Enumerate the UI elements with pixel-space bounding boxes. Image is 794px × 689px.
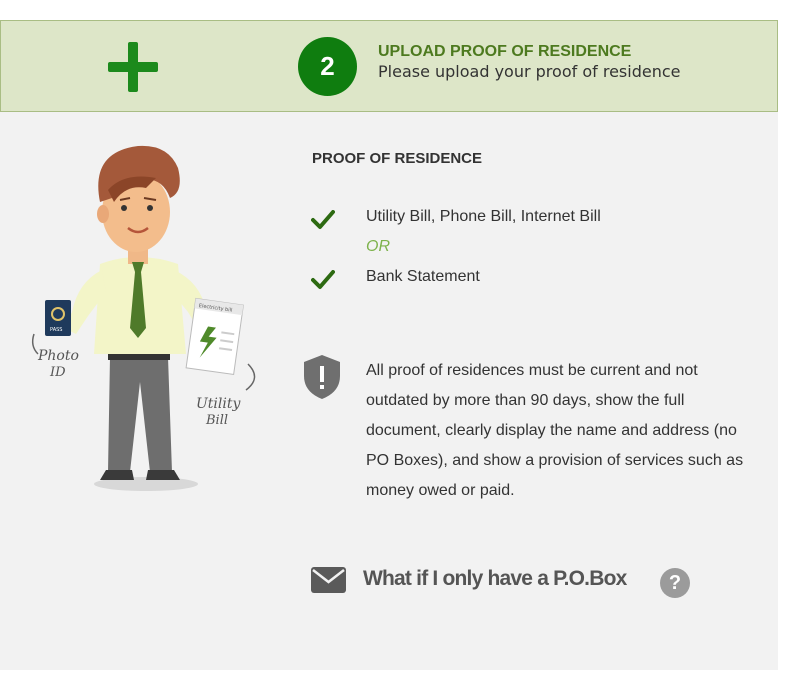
mail-icon[interactable] (311, 567, 346, 593)
question-mark-icon[interactable]: ? (660, 568, 690, 598)
svg-text:Bill: Bill (205, 413, 228, 428)
proof-item-bank: Bank Statement (366, 268, 480, 285)
proof-item-utility: Utility Bill, Phone Bill, Internet Bill (366, 208, 601, 225)
svg-text:Utility: Utility (196, 396, 241, 412)
check-icon (311, 210, 335, 229)
or-separator: OR (366, 238, 390, 255)
step-number-badge: 2 (298, 37, 357, 96)
svg-text:Photo: Photo (37, 348, 79, 364)
plus-icon[interactable] (108, 42, 158, 92)
step-subtitle: Please upload your proof of residence (378, 62, 681, 81)
svg-text:ID: ID (49, 365, 66, 380)
svg-text:PASS: PASS (50, 327, 62, 333)
content-panel: PASS Electricity bill Photo ID Utility B… (0, 112, 778, 670)
step-header: 2 UPLOAD PROOF OF RESIDENCE Please uploa… (0, 20, 778, 112)
check-icon (311, 270, 335, 289)
shield-alert-icon (304, 355, 340, 399)
requirements-notice: All proof of residences must be current … (366, 362, 744, 499)
man-holding-documents-illustration: PASS Electricity bill Photo ID Utility B… (31, 145, 256, 491)
proof-section-title: PROOF OF RESIDENCE (312, 150, 483, 167)
step-title: UPLOAD PROOF OF RESIDENCE (378, 43, 632, 60)
pobox-link[interactable]: What if I only have a P.O.Box (363, 567, 627, 591)
